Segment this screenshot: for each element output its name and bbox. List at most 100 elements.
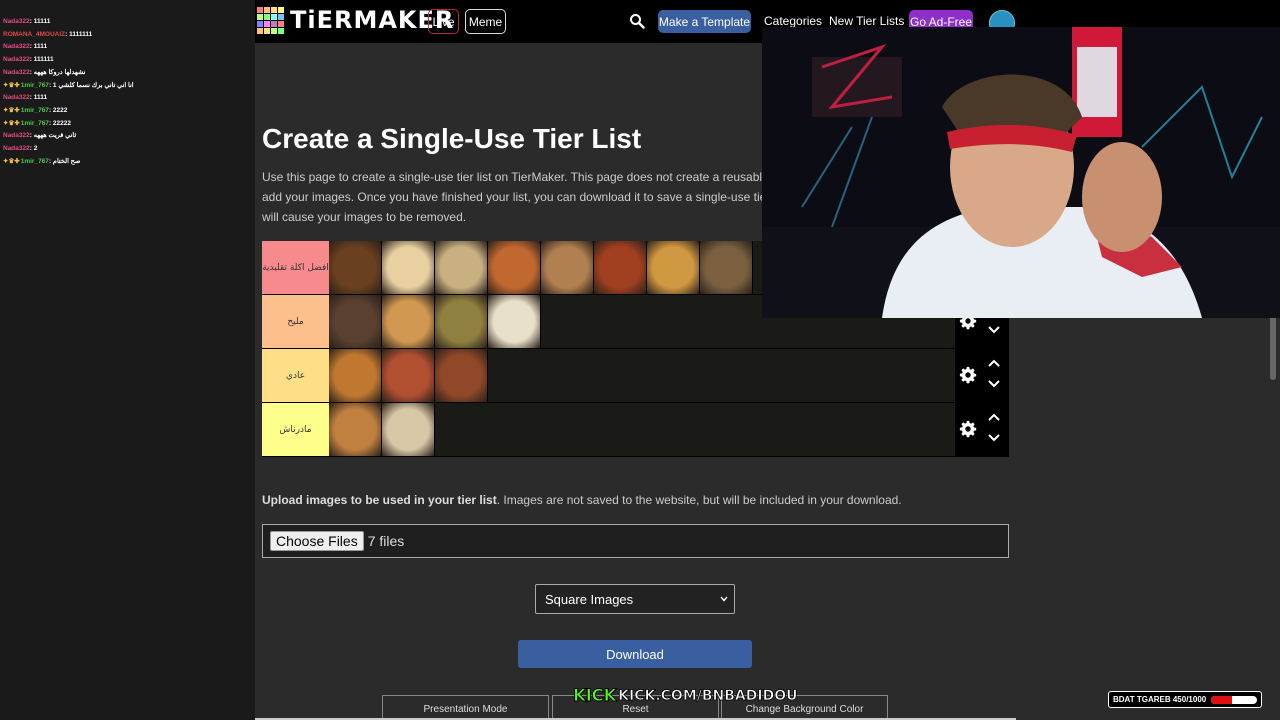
chat-username[interactable]: 1mir_767 xyxy=(21,120,49,127)
tier-label[interactable]: عادي xyxy=(262,349,329,402)
chat-username[interactable]: 1mir_767 xyxy=(21,107,49,114)
tier-controls xyxy=(955,349,1009,402)
chat-message: ✦♛✚1mir_767: 22222 xyxy=(0,118,255,131)
chat-message: ✦♛✚1mir_767: انا اني تاني برك نسما كلشي … xyxy=(0,80,255,93)
food-image[interactable] xyxy=(329,403,382,456)
tier-controls xyxy=(955,403,1009,456)
food-image[interactable] xyxy=(647,241,700,294)
live-button[interactable]: Live xyxy=(428,9,459,34)
chat-badges-icon: ✦♛✚ xyxy=(3,106,20,114)
chat-text: 22222 xyxy=(52,119,71,127)
kick-channel-overlay: KICK KICK.COM/BNBADIDOU xyxy=(572,686,798,707)
food-image[interactable] xyxy=(488,295,541,348)
page-title: Create a Single-Use Tier List xyxy=(262,123,642,154)
food-image[interactable] xyxy=(435,295,488,348)
food-image[interactable] xyxy=(329,295,382,348)
goal-progress-fill xyxy=(1211,695,1232,704)
presentation-mode-button[interactable]: Presentation Mode xyxy=(382,695,549,720)
food-image[interactable] xyxy=(382,349,435,402)
new-tier-lists-link[interactable]: New Tier Lists xyxy=(829,14,904,28)
food-image[interactable] xyxy=(541,241,594,294)
chat-username[interactable]: Nada322 xyxy=(3,18,30,25)
chevron-up-icon[interactable] xyxy=(988,413,1000,421)
files-count: 7 files xyxy=(367,533,405,549)
chat-message: Nada322: 1111 xyxy=(0,41,255,54)
image-shape-selected: Square Images xyxy=(545,591,634,607)
kick-logo: KICK xyxy=(572,686,617,707)
chat-username[interactable]: Nada322 xyxy=(3,69,30,76)
chat-text: انا اني تاني برك نسما كلشي 1 xyxy=(52,81,134,89)
chat-text: 1111 xyxy=(33,43,48,51)
tier-items xyxy=(329,349,955,402)
upload-instructions-rest: . Images are not saved to the website, b… xyxy=(496,493,902,507)
chat-username[interactable]: 1mir_767 xyxy=(21,158,49,165)
chat-username[interactable]: Nada322 xyxy=(3,145,30,152)
food-image[interactable] xyxy=(435,241,488,294)
chat-text: 11111 xyxy=(33,18,51,25)
categories-link[interactable]: Categories xyxy=(764,14,822,28)
goal-text: BDAT TGAREB 450/1000 xyxy=(1113,695,1207,704)
logo-grid-icon xyxy=(257,6,284,34)
download-button[interactable]: Download xyxy=(518,640,752,668)
chat-text: 2 xyxy=(33,145,38,153)
tier-items xyxy=(329,403,955,456)
streamer-webcam xyxy=(762,27,1280,318)
tier-row: عادي xyxy=(262,349,1009,403)
goal-progress-bar xyxy=(1211,695,1258,704)
chat-text: نشهدلها دروكا هههه xyxy=(33,68,86,76)
chat-username[interactable]: Nada322 xyxy=(3,43,30,50)
chat-message: ROMANA_4MOUAIZ: 1111111 xyxy=(0,29,255,42)
chat-text: 1111111 xyxy=(69,30,93,38)
chat-badges-icon: ✦♛✚ xyxy=(3,119,20,127)
chevron-down-icon[interactable] xyxy=(988,326,1000,334)
tier-label[interactable]: مادرناش xyxy=(262,403,329,456)
make-template-button[interactable]: Make a Template xyxy=(658,10,751,33)
chat-username[interactable]: 1mir_767 xyxy=(21,82,49,89)
chat-text: ثاني فريت هههه xyxy=(33,132,77,140)
chat-username[interactable]: ROMANA_4MOUAIZ xyxy=(3,31,65,38)
chat-message: Nada322: نشهدلها دروكا هههه xyxy=(0,67,255,80)
food-image[interactable] xyxy=(329,241,382,294)
food-image[interactable] xyxy=(329,349,382,402)
upload-instructions: Upload images to be used in your tier li… xyxy=(262,493,902,507)
chevron-down-icon[interactable] xyxy=(988,380,1000,388)
chat-badges-icon: ✦♛✚ xyxy=(3,157,20,165)
chat-message: Nada322: 11111 xyxy=(0,16,255,29)
chat-badges-icon: ✦♛✚ xyxy=(3,81,20,89)
food-image[interactable] xyxy=(700,241,753,294)
upload-instructions-bold: Upload images to be used in your tier li… xyxy=(262,493,497,507)
chevron-down-icon xyxy=(720,596,728,602)
tier-row: مادرناش xyxy=(262,403,1009,457)
gear-icon[interactable] xyxy=(959,366,977,384)
chevron-up-icon[interactable] xyxy=(988,359,1000,367)
food-image[interactable] xyxy=(488,241,541,294)
chat-message: ✦♛✚1mir_767: صح الختام xyxy=(0,156,255,169)
food-image[interactable] xyxy=(382,295,435,348)
chat-text: 1111 xyxy=(33,94,48,102)
kick-url: KICK.COM/BNBADIDOU xyxy=(618,688,798,705)
chat-message: Nada322: 1111 xyxy=(0,92,255,105)
chat-message: Nada322: ثاني فريت هههه xyxy=(0,130,255,143)
image-shape-select[interactable]: Square Images xyxy=(535,584,735,614)
goal-progress: BDAT TGAREB 450/1000 xyxy=(1108,691,1262,708)
chat-message: Nada322: 111111 xyxy=(0,54,255,67)
chat-message: Nada322: 2 xyxy=(0,143,255,156)
chat-username[interactable]: Nada322 xyxy=(3,94,30,101)
food-image[interactable] xyxy=(382,403,435,456)
food-image[interactable] xyxy=(435,349,488,402)
chevron-down-icon[interactable] xyxy=(988,434,1000,442)
tiermaker-logo[interactable]: TiERMAKER xyxy=(257,6,454,34)
search-icon[interactable] xyxy=(629,13,645,29)
chat-text: صح الختام xyxy=(52,157,81,165)
chat-text: 2222 xyxy=(52,106,68,114)
chat-username[interactable]: Nada322 xyxy=(3,56,30,63)
meme-button[interactable]: Meme xyxy=(465,9,506,34)
chat-text: 111111 xyxy=(33,56,54,64)
tier-label[interactable]: مليح xyxy=(262,295,329,348)
choose-files-button[interactable]: Choose Files xyxy=(270,531,364,551)
food-image[interactable] xyxy=(594,241,647,294)
tier-label[interactable]: افضل اكلة تقليدية xyxy=(262,241,329,294)
gear-icon[interactable] xyxy=(959,420,977,438)
food-image[interactable] xyxy=(382,241,435,294)
chat-username[interactable]: Nada322 xyxy=(3,132,30,139)
